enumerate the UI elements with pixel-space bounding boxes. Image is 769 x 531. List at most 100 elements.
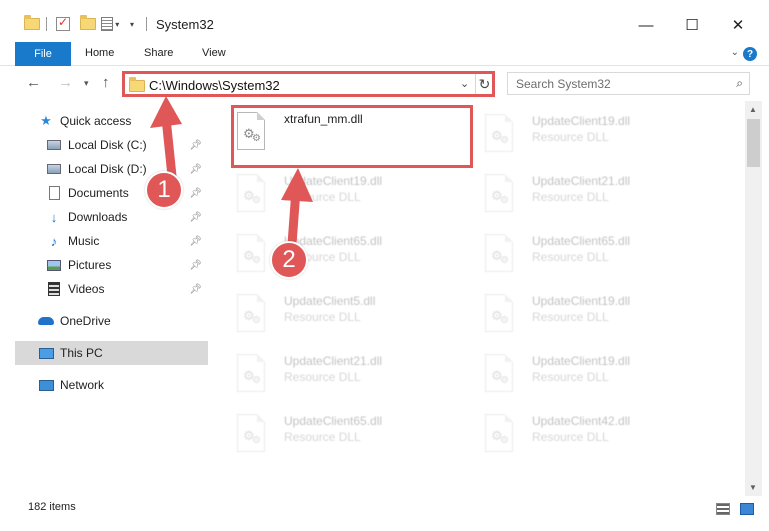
nav-item-downloads[interactable]: ↓ Downloads 📌︎ [46, 205, 208, 229]
help-icon[interactable]: ? [743, 47, 757, 61]
tab-file[interactable]: File [15, 42, 71, 66]
search-placeholder: Search System32 [516, 77, 611, 91]
dll-file-icon: ⚙ ⚙ [485, 294, 515, 332]
rename-icon[interactable]: ▾ [101, 14, 119, 34]
cloud-icon [38, 313, 54, 329]
nav-item-pictures[interactable]: Pictures 📌︎ [46, 253, 208, 277]
ribbon-tabs: File Home Share View ⌄ ? [0, 42, 769, 66]
dll-file-icon: ⚙ ⚙ [485, 354, 515, 392]
music-icon: ♪ [50, 233, 58, 249]
maximize-button[interactable]: ☐ [676, 12, 708, 38]
pin-icon[interactable]: 📌︎ [189, 260, 202, 271]
pin-icon[interactable]: 📌︎ [189, 164, 202, 175]
file-item-highlighted[interactable]: ⚙ ⚙ xtrafun_mm.dll [231, 105, 473, 168]
nav-item-quick-access[interactable]: ★ Quick access [38, 109, 208, 133]
drive-icon [46, 161, 62, 177]
dll-file-icon: ⚙ ⚙ [237, 294, 267, 332]
pin-icon[interactable]: 📌︎ [189, 212, 202, 223]
minimize-button[interactable]: — [630, 12, 662, 38]
expand-ribbon-chevron-icon[interactable]: ⌄ [731, 47, 739, 58]
nav-label: Music [68, 234, 100, 248]
large-icons-view-icon[interactable] [740, 503, 754, 515]
pin-icon[interactable]: 📌︎ [189, 284, 202, 295]
nav-item-network[interactable]: Network [38, 373, 208, 397]
file-list: ⚙ ⚙ xtrafun_mm.dll ⚙ ⚙ UpdateClient19.dll … [212, 101, 745, 496]
file-type: Resource DLL [532, 370, 609, 384]
nav-item-this-pc[interactable]: This PC [15, 341, 208, 365]
file-item[interactable]: ⚙ ⚙ UpdateClient65.dll Resource DLL [234, 410, 469, 466]
properties-check-icon[interactable] [56, 14, 70, 34]
close-button[interactable]: ✕ [722, 12, 754, 38]
nav-item-music[interactable]: ♪ Music 📌︎ [46, 229, 208, 253]
recent-locations-chevron-icon[interactable]: ▾ [84, 78, 89, 89]
tab-home[interactable]: Home [85, 47, 114, 59]
pin-icon[interactable]: 📌︎ [189, 188, 202, 199]
navigation-pane: ★ Quick access Local Disk (C:) 📌︎ Local … [0, 101, 212, 496]
file-item[interactable]: ⚙ ⚙ UpdateClient19.dll Resource DLL [234, 170, 469, 226]
address-dropdown-chevron-icon[interactable]: ⌄ [460, 77, 469, 90]
separator [146, 14, 147, 34]
file-name: UpdateClient21.dll [284, 354, 383, 368]
pin-icon[interactable]: 📌︎ [189, 140, 202, 151]
address-bar[interactable]: C:\Windows\System32 ⌄ ↻ [122, 71, 495, 97]
drive-icon [46, 137, 62, 153]
new-folder-icon[interactable] [80, 14, 96, 34]
up-arrow-icon[interactable]: ↑ [102, 74, 110, 91]
window-title: System32 [156, 17, 214, 32]
customize-toolbar-chevron-icon[interactable]: ▾ [130, 14, 134, 34]
address-path[interactable]: C:\Windows\System32 [149, 78, 280, 93]
nav-label: Local Disk (D:) [68, 162, 147, 176]
scroll-up-arrow-icon[interactable]: ▲ [749, 105, 757, 114]
nav-label: Network [60, 378, 105, 392]
tab-share[interactable]: Share [144, 47, 173, 59]
search-input[interactable]: Search System32 ⌕ [507, 72, 750, 95]
documents-icon [46, 185, 62, 201]
nav-item-videos[interactable]: Videos 📌︎ [46, 277, 208, 301]
status-bar: 182 items [0, 496, 769, 531]
nav-label: Quick access [60, 114, 132, 128]
file-item[interactable]: ⚙ ⚙ UpdateClient5.dll Resource DLL [234, 290, 469, 346]
scroll-down-arrow-icon[interactable]: ▼ [749, 483, 757, 492]
file-item[interactable]: ⚙ ⚙ UpdateClient21.dll Resource DLL [482, 170, 717, 226]
tab-view[interactable]: View [202, 47, 226, 59]
search-icon[interactable]: ⌕ [736, 76, 743, 91]
nav-item-documents[interactable]: Documents 📌︎ [46, 181, 208, 205]
nav-item-local-disk-c[interactable]: Local Disk (C:) 📌︎ [46, 133, 208, 157]
dll-file-icon: ⚙ ⚙ [237, 414, 267, 452]
star-icon: ★ [40, 113, 52, 128]
file-item[interactable]: ⚙ ⚙ UpdateClient19.dll Resource DLL [482, 110, 717, 166]
file-item[interactable]: ⚙ ⚙ UpdateClient65.dll Resource DLL [482, 230, 717, 286]
details-view-icon[interactable] [716, 503, 730, 515]
forward-arrow-icon[interactable]: → [58, 74, 73, 91]
file-name: UpdateClient5.dll [284, 294, 376, 308]
nav-label: OneDrive [60, 314, 111, 328]
separator [46, 14, 47, 34]
address-row: ← → ▾ ↑ C:\Windows\System32 ⌄ ↻ Search S… [0, 67, 769, 101]
file-type: Resource DLL [532, 130, 609, 144]
nav-item-onedrive[interactable]: OneDrive [38, 309, 208, 333]
file-name: UpdateClient65.dll [532, 234, 631, 248]
nav-label: Pictures [68, 258, 112, 272]
videos-icon [46, 281, 62, 297]
folder-icon [24, 14, 40, 34]
file-type: Resource DLL [532, 430, 609, 444]
pictures-icon [46, 257, 62, 273]
file-item[interactable]: ⚙ ⚙ UpdateClient21.dll Resource DLL [234, 350, 469, 406]
refresh-icon[interactable]: ↻ [475, 74, 493, 94]
step-1-badge: 1 [145, 171, 183, 209]
dll-file-icon: ⚙ ⚙ [485, 414, 515, 452]
file-type: Resource DLL [532, 190, 609, 204]
file-item[interactable]: ⚙ ⚙ UpdateClient42.dll Resource DLL [482, 410, 717, 466]
file-item[interactable]: ⚙ ⚙ UpdateClient19.dll Resource DLL [482, 350, 717, 406]
scroll-thumb[interactable] [747, 119, 760, 167]
nav-item-local-disk-d[interactable]: Local Disk (D:) 📌︎ [46, 157, 208, 181]
dll-file-icon: ⚙ ⚙ [237, 174, 267, 212]
nav-label: Documents [68, 186, 129, 200]
file-name: xtrafun_mm.dll [284, 112, 363, 126]
pin-icon[interactable]: 📌︎ [189, 236, 202, 247]
file-type: Resource DLL [532, 310, 609, 324]
vertical-scrollbar[interactable]: ▲ ▼ [745, 101, 762, 496]
nav-label: This PC [60, 346, 103, 360]
file-item[interactable]: ⚙ ⚙ UpdateClient19.dll Resource DLL [482, 290, 717, 346]
back-arrow-icon[interactable]: ← [26, 74, 41, 91]
